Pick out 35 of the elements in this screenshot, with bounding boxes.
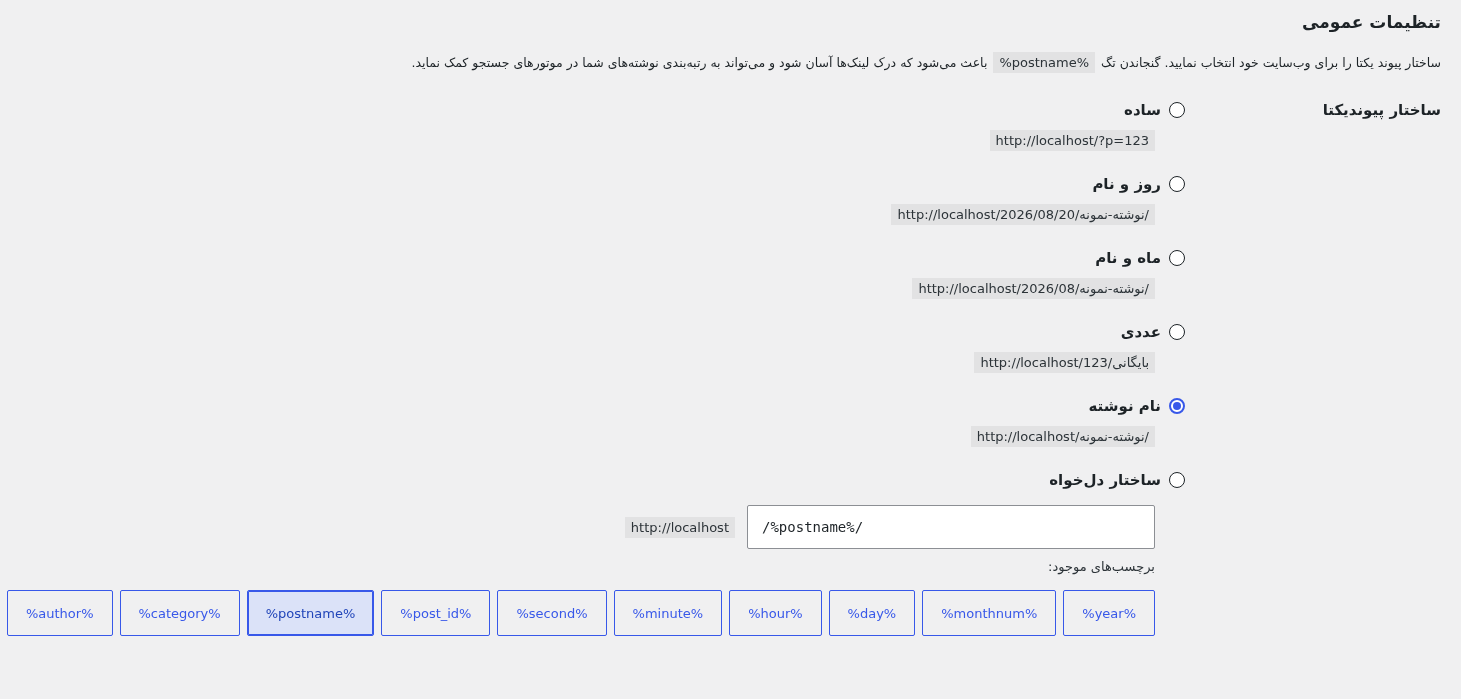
option-label[interactable]: ساختار دل‌خواه bbox=[1049, 471, 1161, 489]
example-url: http://localhost/2026/08/20/نوشته-نمونه/ bbox=[891, 204, 1155, 225]
setting-label: ساختار پیوندیکتا bbox=[1321, 100, 1441, 122]
description-text: ساختار پیوند یکتا را برای وب‌سایت خود انتخاب نمایید. گنجاندن تگ bbox=[1101, 55, 1441, 70]
example-url: http://localhost/?p=123 bbox=[989, 130, 1155, 151]
tag-button[interactable]: %postname% bbox=[246, 590, 375, 636]
example-url: http://localhost/نوشته-نمونه/ bbox=[970, 426, 1155, 447]
radio-button[interactable] bbox=[1169, 398, 1185, 414]
option-label[interactable]: ماه و نام bbox=[1095, 249, 1161, 267]
tag-button[interactable]: %post_id% bbox=[381, 590, 491, 636]
tag-button[interactable]: %author% bbox=[6, 590, 113, 636]
option-label[interactable]: عددی bbox=[1120, 323, 1161, 341]
option-label[interactable]: ساده bbox=[1124, 101, 1161, 119]
available-tags-label: برچسب‌های موجود: bbox=[1048, 559, 1155, 574]
tag-button[interactable]: %monthnum% bbox=[922, 590, 1057, 636]
tag-button[interactable]: %minute% bbox=[613, 590, 723, 636]
page-title: تنظیمات عمومی bbox=[1301, 11, 1441, 34]
tag-button[interactable]: %category% bbox=[119, 590, 240, 636]
option-label[interactable]: نام نوشته bbox=[1088, 397, 1161, 415]
radio-button[interactable] bbox=[1169, 250, 1185, 266]
custom-structure-field[interactable]: /%postname%/ bbox=[747, 505, 1155, 549]
radio-button[interactable] bbox=[1169, 176, 1185, 192]
radio-button[interactable] bbox=[1169, 472, 1185, 488]
tag-button[interactable]: %day% bbox=[828, 590, 916, 636]
option-label[interactable]: روز و نام bbox=[1092, 175, 1161, 193]
radio-button[interactable] bbox=[1169, 102, 1185, 118]
code-tag: %postname% bbox=[993, 52, 1096, 73]
description-text: باعث می‌شود که درک لینک‌ها آسان شود و می‌تواند به رتبه‌بندی نوشته‌های شما در موتورهای جستجو کمک نماید. bbox=[411, 55, 988, 70]
url-prefix: http://localhost bbox=[624, 516, 735, 538]
radio-button[interactable] bbox=[1169, 324, 1185, 340]
example-url: http://localhost/بایگانی/123 bbox=[974, 352, 1155, 373]
tag-button[interactable]: %second% bbox=[497, 590, 607, 636]
tag-button[interactable]: %hour% bbox=[729, 590, 822, 636]
tag-button[interactable]: %year% bbox=[1063, 590, 1155, 636]
example-url: http://localhost/2026/08/نوشته-نمونه/ bbox=[912, 278, 1155, 299]
